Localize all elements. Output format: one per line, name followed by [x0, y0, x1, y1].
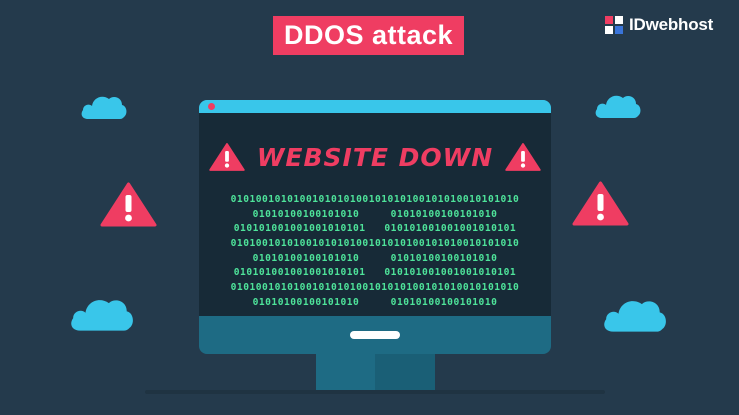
brand: IDwebhost: [604, 12, 713, 38]
monitor-power-indicator: [350, 331, 400, 339]
binary-line: 0101001010100101010100101010100101010010…: [230, 194, 520, 205]
binary-line: 01010100100101010 01010100100101010: [252, 296, 498, 308]
monitor-stand-shade: [375, 354, 435, 390]
cloud-icon: [595, 95, 641, 118]
cloud-icon: [604, 301, 666, 332]
idwebhost-logo-icon: [605, 16, 623, 34]
binary-line: 0101001010100101010100101010100101010010…: [230, 282, 520, 294]
warning-triangle-icon: [572, 181, 629, 226]
title-text: DDOS attack: [283, 20, 454, 50]
binary-line: 0101001010100101010100101010100101010010…: [230, 238, 520, 250]
headline: WEBSITE DOWN: [199, 137, 551, 177]
warning-triangle-icon: [100, 182, 157, 227]
title-badge: DDOS attack: [273, 16, 464, 55]
binary-line: 01010100100101010 01010100100101010: [252, 208, 498, 220]
monitor-title-bar: [199, 100, 551, 113]
binary-line: 010101001001001010101 010101001001001010…: [233, 267, 517, 279]
brand-name: IDwebhost: [629, 15, 714, 34]
cloud-icon: [71, 300, 133, 331]
monitor-screen: WEBSITE DOWN 010100101010010101010010101…: [199, 113, 551, 316]
cloud-icon: [81, 96, 127, 119]
warning-triangle-icon: [209, 143, 245, 171]
binary-code-block: 0101001010100101010100101010100101010010…: [199, 193, 551, 311]
monitor: WEBSITE DOWN 010100101010010101010010101…: [199, 100, 551, 354]
window-dot-icon: [208, 103, 215, 110]
warning-triangle-icon: [505, 143, 541, 171]
binary-line: 010101001001001010101 010101001001001010…: [233, 223, 517, 235]
headline-text: WEBSITE DOWN: [256, 142, 494, 172]
binary-line: 01010100100101010 01010100100101010: [252, 252, 498, 264]
floor-shadow: [145, 390, 605, 394]
